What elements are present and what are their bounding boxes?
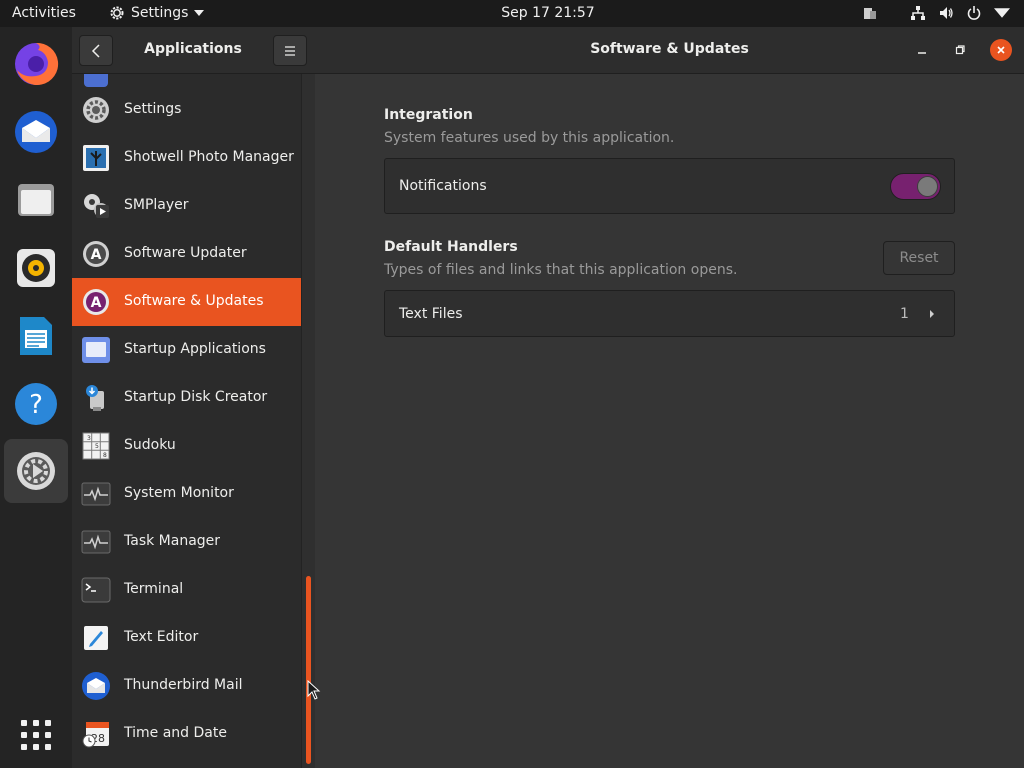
app-label: Shotwell Photo Manager [124, 149, 294, 165]
app-row-startup-applications[interactable]: Startup Applications [72, 326, 301, 374]
photo-icon [81, 143, 111, 173]
applications-sidebar: Applications Settings Shotwell Photo Man… [72, 27, 315, 768]
text-files-label: Text Files [399, 306, 463, 322]
app-label: Task Manager [124, 533, 221, 549]
app-label: SMPlayer [124, 197, 189, 213]
scrollbar-thumb[interactable] [306, 576, 311, 764]
film-icon [81, 191, 111, 221]
app-row-task-manager[interactable]: Task Manager [72, 518, 301, 566]
network-icon[interactable] [910, 5, 926, 21]
app-label: Text Editor [124, 629, 199, 645]
mail-icon [81, 671, 111, 701]
clipboard-icon[interactable] [862, 5, 878, 21]
software-icon: A [81, 287, 111, 317]
sidebar-scrollbar[interactable] [301, 74, 315, 768]
app-row-time-and-date[interactable]: 28 Time and Date [72, 710, 301, 758]
mouse-cursor-icon [307, 680, 321, 700]
app-label: Startup Applications [124, 341, 266, 357]
app-label: Startup Disk Creator [124, 389, 268, 405]
app-row-startup-disk-creator[interactable]: Startup Disk Creator [72, 374, 301, 422]
system-tray[interactable] [862, 5, 1010, 21]
reset-button[interactable]: Reset [883, 241, 955, 275]
text-editor-icon [81, 623, 111, 653]
app-label: Settings [124, 101, 182, 117]
settings-icon[interactable] [4, 439, 68, 503]
app-row-smplayer[interactable]: SMPlayer [72, 182, 301, 230]
app-row-terminal[interactable]: Terminal [72, 566, 301, 614]
default-handlers-description: Types of files and links that this appli… [384, 262, 738, 278]
minimize-button[interactable] [911, 39, 933, 61]
hamburger-menu-button[interactable] [273, 35, 307, 66]
notifications-toggle[interactable] [890, 173, 941, 200]
app-row-software-and-updates[interactable]: A Software & Updates [72, 278, 301, 326]
text-files-count: 1 [900, 306, 909, 322]
svg-text:A: A [91, 247, 102, 263]
toggle-knob [917, 176, 938, 197]
chevron-down-icon[interactable] [994, 5, 1010, 21]
back-button[interactable] [79, 35, 113, 66]
firefox-icon[interactable] [4, 32, 68, 96]
app-label: Software Updater [124, 245, 247, 261]
top-bar: Activities Settings Sep 17 21:57 [0, 0, 1024, 27]
libreoffice-writer-icon[interactable] [4, 304, 68, 368]
app-row-sudoku[interactable]: 358 Sudoku [72, 422, 301, 470]
gear-icon [81, 95, 111, 125]
restore-icon [955, 45, 965, 55]
dock: ? [0, 27, 72, 768]
maximize-button[interactable] [949, 39, 971, 61]
svg-text:8: 8 [103, 452, 107, 459]
monitor-icon [81, 479, 111, 509]
usb-icon [81, 383, 111, 413]
hamburger-icon [285, 45, 295, 56]
notifications-label: Notifications [399, 178, 487, 194]
sidebar-header: Applications [72, 27, 315, 74]
app-list[interactable]: Settings Shotwell Photo Manager SMPlayer… [72, 74, 301, 768]
sidebar-title: Applications [144, 41, 242, 57]
minimize-icon [918, 52, 926, 54]
thunderbird-icon[interactable] [4, 100, 68, 164]
svg-text:A: A [91, 295, 102, 311]
sudoku-icon: 358 [81, 431, 111, 461]
app-label: System Monitor [124, 485, 234, 501]
integration-description: System features used by this application… [384, 130, 675, 146]
updater-icon: A [81, 239, 111, 269]
chevron-left-icon [91, 43, 100, 58]
chevron-right-icon [926, 305, 938, 323]
calendar-icon: 28 [81, 719, 111, 749]
integration-heading: Integration [384, 107, 473, 123]
terminal-icon [81, 575, 111, 605]
app-row-system-monitor[interactable]: System Monitor [72, 470, 301, 518]
svg-text:?: ? [29, 390, 43, 420]
startup-icon [81, 335, 111, 365]
default-handlers-heading: Default Handlers [384, 239, 518, 255]
app-row-thunderbird-mail[interactable]: Thunderbird Mail [72, 662, 301, 710]
app-label: Software & Updates [124, 293, 264, 309]
close-icon [997, 46, 1005, 54]
main-panel: Software & Updates Integration System fe… [315, 27, 1024, 768]
volume-icon[interactable] [938, 5, 954, 21]
svg-text:3: 3 [87, 435, 91, 442]
app-row-shotwell[interactable]: Shotwell Photo Manager [72, 134, 301, 182]
main-header: Software & Updates [315, 27, 1024, 74]
files-icon[interactable] [4, 168, 68, 232]
close-button[interactable] [990, 39, 1012, 61]
help-icon[interactable]: ? [4, 372, 68, 436]
text-files-row[interactable]: Text Files 1 [384, 290, 955, 337]
svg-text:5: 5 [95, 443, 99, 450]
app-label: Terminal [124, 581, 184, 597]
app-row-software-updater[interactable]: A Software Updater [72, 230, 301, 278]
power-icon[interactable] [966, 5, 982, 21]
app-label: Sudoku [124, 437, 176, 453]
app-row-settings[interactable]: Settings [72, 86, 301, 134]
show-apps-icon[interactable] [4, 703, 68, 767]
rhythmbox-icon[interactable] [4, 236, 68, 300]
app-label: Thunderbird Mail [124, 677, 243, 693]
app-label: Time and Date [124, 725, 227, 741]
app-row-text-editor[interactable]: Text Editor [72, 614, 301, 662]
task-icon [81, 527, 111, 557]
notifications-row[interactable]: Notifications [384, 158, 955, 214]
